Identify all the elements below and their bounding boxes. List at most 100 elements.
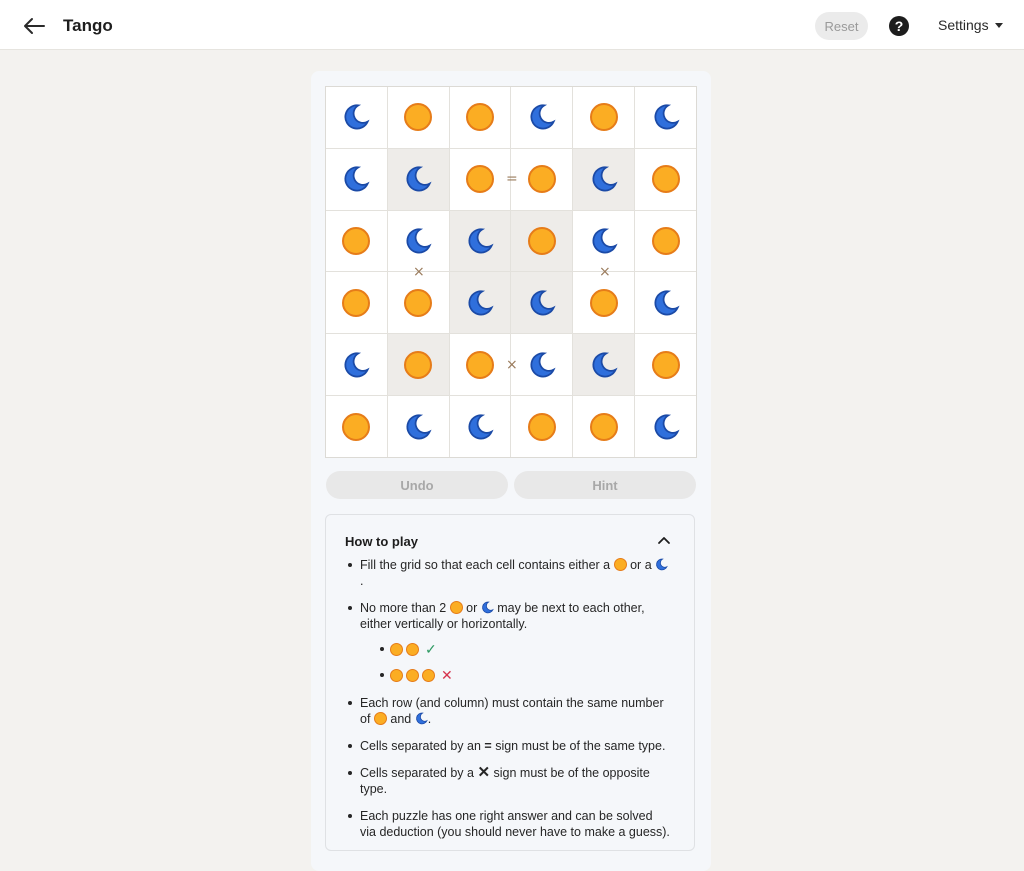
hint-button[interactable]: Hint — [514, 471, 696, 499]
sun-icon — [527, 227, 556, 256]
board-cell[interactable] — [449, 210, 511, 272]
board-cell[interactable] — [326, 396, 387, 457]
back-arrow-icon[interactable] — [20, 12, 48, 40]
rule-item: Each row (and column) must contain the s… — [346, 695, 671, 727]
how-to-play-panel: How to play Fill the grid so that each c… — [325, 514, 695, 851]
moon-icon — [654, 414, 680, 440]
game-board: = × × × — [325, 86, 697, 458]
board-cell[interactable] — [573, 87, 635, 148]
board-cell[interactable] — [326, 334, 387, 396]
how-to-play-title: How to play — [345, 534, 418, 549]
moon-icon — [530, 104, 556, 130]
board-cell[interactable] — [573, 148, 635, 210]
sun-icon — [342, 412, 371, 441]
board-cell[interactable] — [635, 210, 696, 272]
board-cell[interactable] — [511, 396, 573, 457]
sun-icon — [651, 227, 680, 256]
help-icon[interactable]: ? — [889, 16, 909, 36]
board-cell[interactable] — [326, 148, 387, 210]
caret-down-icon — [994, 22, 1003, 28]
moon-icon — [344, 352, 370, 378]
moon-icon — [415, 712, 428, 725]
board-cell[interactable] — [326, 272, 387, 334]
board-cell[interactable] — [635, 396, 696, 457]
board-cell[interactable] — [449, 87, 511, 148]
board-cell[interactable] — [573, 334, 635, 396]
rule-text: . — [360, 574, 364, 588]
sun-icon — [527, 412, 556, 441]
board-cell[interactable] — [449, 148, 511, 210]
checkmark-icon: ✓ — [425, 641, 437, 657]
sun-icon — [589, 412, 618, 441]
sun-icon — [390, 642, 403, 656]
moon-icon — [654, 104, 680, 130]
rule-text: . — [427, 712, 432, 726]
board-cell[interactable] — [635, 148, 696, 210]
board-cell[interactable] — [387, 396, 449, 457]
rule-item: Cells separated by an = sign must be of … — [346, 738, 671, 754]
chevron-up-icon[interactable] — [656, 533, 672, 549]
example-valid: ✓ — [360, 640, 671, 658]
example-invalid: ✕ — [360, 666, 671, 684]
board-cell[interactable] — [635, 334, 696, 396]
settings-label: Settings — [938, 17, 989, 33]
moon-icon — [592, 166, 618, 192]
board-cell[interactable] — [511, 334, 573, 396]
board-cell[interactable] — [635, 87, 696, 148]
board-cell[interactable] — [387, 334, 449, 396]
board-cell[interactable] — [635, 272, 696, 334]
board-cell[interactable] — [387, 148, 449, 210]
sun-icon — [406, 642, 419, 656]
rule-text: or — [466, 601, 478, 615]
board-cell[interactable] — [449, 396, 511, 457]
sun-icon — [373, 712, 387, 725]
moon-icon — [656, 558, 668, 571]
board-cell[interactable] — [387, 272, 449, 334]
sun-icon — [466, 103, 495, 132]
moon-icon — [592, 228, 618, 254]
cross-sign-icon: ✕ — [477, 764, 491, 781]
rule-text: and — [390, 712, 412, 726]
board-cell[interactable] — [511, 148, 573, 210]
moon-icon — [481, 601, 494, 614]
rule-item: No more than 2 or may be next to each ot… — [346, 600, 671, 684]
sun-icon — [589, 288, 618, 317]
sun-icon — [390, 668, 403, 682]
settings-dropdown[interactable]: Settings — [938, 17, 1003, 33]
board-cell[interactable] — [511, 210, 573, 272]
undo-button[interactable]: Undo — [326, 471, 508, 499]
sun-icon — [342, 288, 371, 317]
board-cell[interactable] — [573, 210, 635, 272]
board-cell[interactable] — [511, 87, 573, 148]
board-cell[interactable] — [573, 396, 635, 457]
moon-icon — [406, 414, 432, 440]
rule-text: Cells separated by an — [360, 739, 481, 753]
board-cell[interactable] — [387, 210, 449, 272]
board-cell[interactable] — [449, 334, 511, 396]
board-cell[interactable] — [573, 272, 635, 334]
moon-icon — [344, 166, 370, 192]
rule-text: or a — [630, 558, 652, 572]
rule-text: Fill the grid so that each cell contains… — [360, 558, 611, 572]
moon-icon — [406, 228, 432, 254]
sun-icon — [404, 103, 433, 132]
board-cell[interactable] — [326, 87, 387, 148]
sun-icon — [404, 350, 433, 379]
sun-icon — [651, 165, 680, 194]
reset-button[interactable]: Reset — [815, 12, 868, 40]
board-cell[interactable] — [511, 272, 573, 334]
sun-icon — [406, 668, 419, 682]
sun-icon — [651, 350, 680, 379]
moon-icon — [344, 104, 370, 130]
moon-icon — [406, 166, 432, 192]
moon-icon — [530, 352, 556, 378]
sun-icon — [466, 350, 495, 379]
board-cell[interactable] — [449, 272, 511, 334]
top-bar: Tango Reset ? Settings — [0, 0, 1024, 50]
board-cell[interactable] — [326, 210, 387, 272]
rules-list: Fill the grid so that each cell contains… — [346, 557, 671, 851]
sun-icon — [422, 668, 435, 682]
sun-icon — [589, 103, 618, 132]
moon-icon — [468, 228, 494, 254]
board-cell[interactable] — [387, 87, 449, 148]
